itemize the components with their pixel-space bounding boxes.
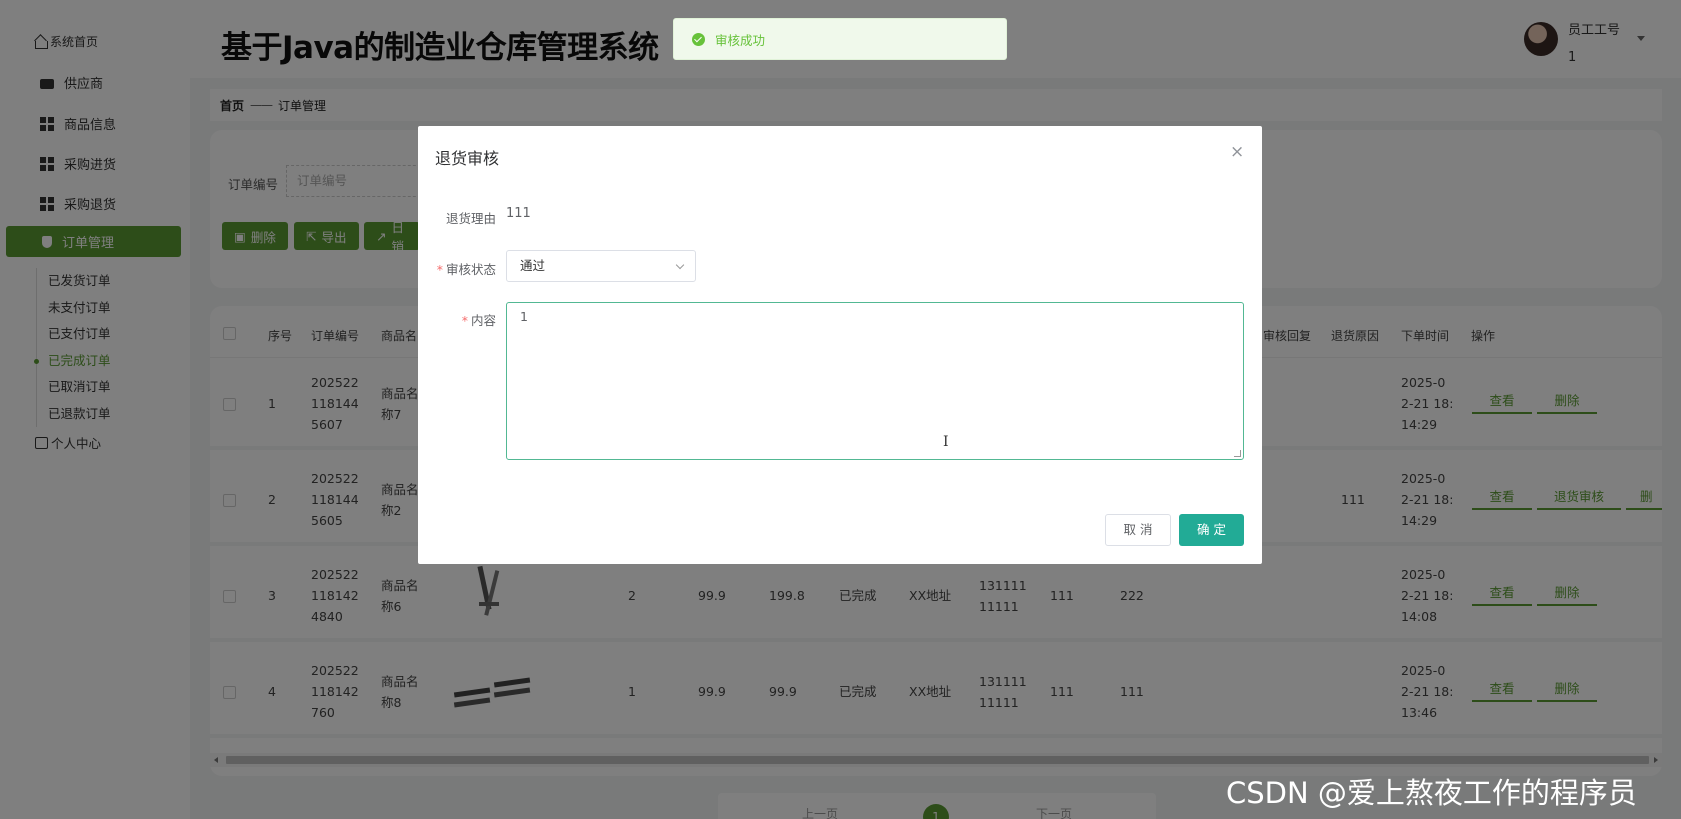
check-circle-icon: [692, 32, 705, 46]
return-reason-label-text: 退货理由: [445, 211, 496, 226]
content-label: * 内容: [426, 310, 496, 329]
text-cursor-icon: I: [943, 434, 949, 450]
watermark: CSDN @爱上熬夜工作的程序员: [1226, 776, 1637, 810]
confirm-button[interactable]: 确 定: [1179, 514, 1244, 546]
review-status-value: 通过: [520, 258, 546, 273]
review-status-label-text: 审核状态: [445, 262, 496, 277]
required-mark: *: [461, 313, 468, 328]
review-status-label: * 审核状态: [426, 259, 496, 278]
resize-handle-icon[interactable]: [1234, 450, 1241, 457]
success-toast: 审核成功: [673, 18, 1007, 60]
return-review-dialog: 退货审核 × 退货理由 111 * 审核状态 通过 * 内容 1 I 取 消 确 定: [418, 126, 1262, 564]
content-textarea[interactable]: 1 I: [506, 302, 1244, 460]
review-status-select[interactable]: 通过: [506, 250, 696, 282]
content-label-text: 内容: [470, 313, 496, 328]
dialog-title: 退货审核: [435, 149, 500, 168]
return-reason-value: 111: [506, 206, 531, 221]
toast-message: 审核成功: [715, 32, 766, 48]
close-icon[interactable]: ×: [1230, 142, 1244, 162]
content-textarea-value: 1: [520, 309, 528, 324]
return-reason-label: 退货理由: [426, 208, 496, 227]
cancel-button[interactable]: 取 消: [1105, 514, 1171, 546]
chevron-down-icon: [675, 260, 685, 270]
required-mark: *: [436, 262, 443, 277]
